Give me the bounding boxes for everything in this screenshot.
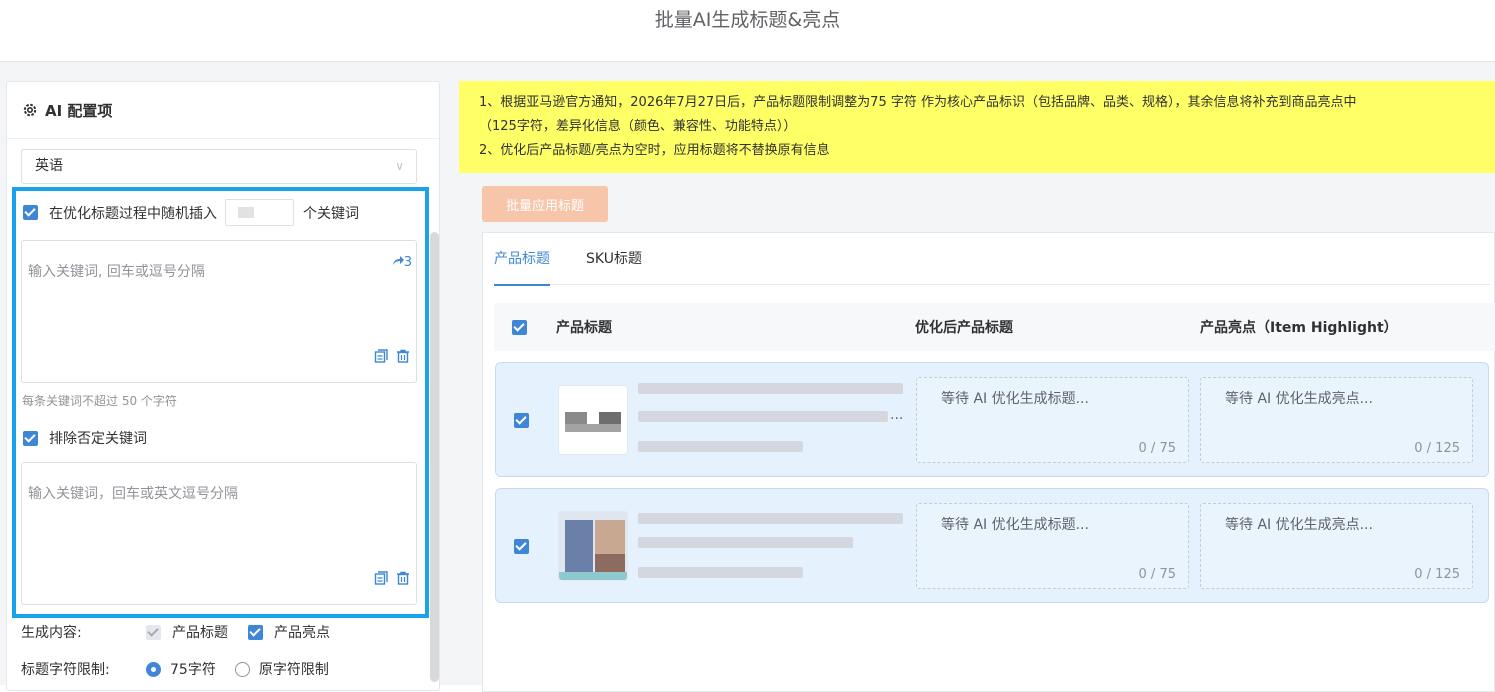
optimized-title-box[interactable]: 等待 AI 优化生成标题... 0 / 75 [916,377,1189,463]
insert-keywords-suffix: 个关键词 [303,205,359,222]
highlight-box[interactable]: 等待 AI 优化生成亮点... 0 / 125 [1200,503,1473,589]
keyword-textarea[interactable]: 输入关键词, 回车或逗号分隔 3 [21,240,417,383]
highlight-char-count: 0 / 125 [1414,441,1460,456]
exclude-keywords-label: 排除否定关键词 [49,431,147,447]
keyword-count-badge[interactable]: 3 [392,255,412,270]
ai-config-panel: AI 配置项 英语 ∨ 在优化标题过程中随机插入 个关键词 输入关键词, 回车或… [6,81,440,691]
title-char-count: 0 / 75 [1138,567,1176,582]
highlight-box[interactable]: 等待 AI 优化生成亮点... 0 / 125 [1200,377,1473,463]
highlight-waiting: 等待 AI 优化生成亮点... [1225,391,1373,407]
gen-title-checkbox[interactable] [146,624,161,640]
title-ellipsis: ... [890,407,904,423]
gear-icon [22,102,38,118]
insert-keywords-checkbox[interactable] [23,205,38,220]
keyword-count-input[interactable] [225,199,294,226]
product-title-blurred [638,383,903,394]
table-header: 产品标题 优化后产品标题 产品亮点（Item Highlight） [494,303,1495,351]
highlight-char-count: 0 / 125 [1414,567,1460,582]
limit-orig-label: 原字符限制 [258,662,329,678]
notice-line-3: 2、优化后产品标题/亮点为空时，应用标题将不替换原有信息 [479,143,830,158]
share-icon [392,256,404,265]
limit-75-radio[interactable] [146,661,161,677]
notice-banner: 1、根据亚马逊官方通知，2026年7月27日后，产品标题限制调整为75 字符 作… [459,81,1495,173]
title-limit-label: 标题字符限制: [21,662,110,678]
tab-sku-title[interactable]: SKU标题 [586,233,642,285]
product-sku-blurred [638,441,803,452]
language-select[interactable]: 英语 ∨ [21,149,417,184]
keyword-hint: 每条关键词不超过 50 个字符 [22,394,177,408]
keyword-placeholder: 输入关键词, 回车或逗号分隔 [28,264,205,280]
gen-highlight-checkbox[interactable] [248,624,263,640]
highlight-waiting: 等待 AI 优化生成亮点... [1225,517,1373,533]
row-checkbox[interactable] [514,539,529,554]
config-title: AI 配置项 [45,101,113,120]
title-limit-row: 标题字符限制: 75字符 原字符限制 [21,659,329,679]
optimized-title-waiting: 等待 AI 优化生成标题... [941,391,1089,407]
product-title-blurred [638,513,903,524]
table-row: ... 等待 AI 优化生成标题... 0 / 75 等待 AI 优化生成亮点.… [495,362,1489,477]
product-thumbnail[interactable] [558,385,628,455]
table-row: 等待 AI 优化生成标题... 0 / 75 等待 AI 优化生成亮点... 0… [495,488,1489,603]
tab-bar: 产品标题 SKU标题 [494,233,1490,286]
language-value: 英语 [35,158,63,174]
select-all-checkbox[interactable] [512,319,527,335]
exclude-textarea[interactable]: 输入关键词，回车或英文逗号分隔 [21,462,417,605]
chevron-down-icon: ∨ [395,159,404,173]
header-product-title: 产品标题 [556,320,612,336]
limit-orig-radio[interactable] [234,661,250,677]
batch-apply-button[interactable]: 批量应用标题 [482,186,608,222]
insert-keywords-row: 在优化标题过程中随机插入 个关键词 [23,199,359,226]
optimized-title-waiting: 等待 AI 优化生成标题... [941,517,1089,533]
trash-icon[interactable] [396,571,410,585]
scrollbar[interactable] [430,232,439,682]
copy-icon[interactable] [374,571,388,585]
insert-keywords-label: 在优化标题过程中随机插入 [49,205,217,222]
optimized-title-box[interactable]: 等待 AI 优化生成标题... 0 / 75 [916,503,1189,589]
notice-line-2: （125字符，差异化信息（颜色、兼容性、功能特点）） [479,119,797,134]
product-title-blurred [638,411,888,422]
header-highlight: 产品亮点（Item Highlight） [1200,320,1398,336]
gen-highlight-label: 产品亮点 [274,625,330,641]
product-thumbnail[interactable] [558,511,628,581]
config-header: AI 配置项 [7,82,439,139]
title-char-count: 0 / 75 [1138,441,1176,456]
page-header: 批量AI生成标题&亮点 [0,0,1495,62]
copy-icon[interactable] [374,349,388,363]
row-checkbox[interactable] [514,413,529,428]
titles-panel: 产品标题 SKU标题 产品标题 优化后产品标题 产品亮点（Item Highli… [482,232,1495,692]
exclude-keywords-checkbox[interactable] [23,430,38,446]
generate-content-row: 生成内容: 产品标题 产品亮点 [21,622,330,642]
exclude-keywords-row: 排除否定关键词 [23,428,147,448]
trash-icon[interactable] [396,349,410,363]
product-title-blurred [638,537,853,548]
generate-content-label: 生成内容: [21,625,82,641]
product-sku-blurred [638,567,803,578]
exclude-placeholder: 输入关键词，回车或英文逗号分隔 [28,486,238,502]
notice-line-1: 1、根据亚马逊官方通知，2026年7月27日后，产品标题限制调整为75 字符 作… [479,95,1357,110]
header-optimized-title: 优化后产品标题 [915,320,1013,336]
tab-product-title[interactable]: 产品标题 [494,233,550,286]
page-title: 批量AI生成标题&亮点 [654,9,841,31]
gen-title-label: 产品标题 [172,625,228,641]
limit-75-label: 75字符 [170,662,216,678]
